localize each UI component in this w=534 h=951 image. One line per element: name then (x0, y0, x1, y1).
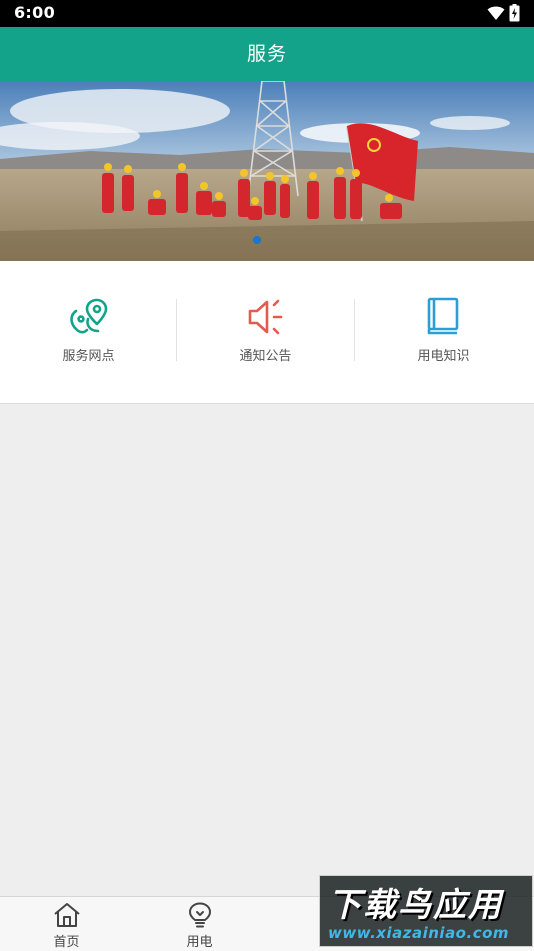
status-icons (487, 4, 520, 22)
battery-icon (509, 4, 520, 22)
nav-label: 首页 (53, 935, 80, 950)
quick-link-service-points[interactable]: 服务网点 (0, 261, 177, 403)
watermark-logo: 下载鸟应用 www.xiazainiao.com (319, 875, 533, 947)
watermark-url: www.xiazainiao.com (328, 924, 510, 942)
app-header: 服务 (0, 27, 534, 81)
home-icon (53, 903, 80, 927)
nav-electricity[interactable]: 用电 (133, 897, 266, 951)
quick-link-label: 通知公告 (239, 349, 292, 364)
lightbulb-icon (188, 902, 211, 928)
nav-home[interactable]: 首页 (0, 897, 133, 951)
location-pin-icon (70, 298, 108, 334)
wifi-icon (487, 6, 505, 20)
quick-link-label: 服务网点 (62, 349, 115, 364)
banner-image (0, 81, 534, 261)
status-bar: 6:00 (0, 0, 534, 27)
book-icon (427, 297, 459, 335)
quick-link-electricity-knowledge[interactable]: 用电知识 (355, 261, 532, 403)
quick-link-notices[interactable]: 通知公告 (177, 261, 354, 403)
speaker-icon (248, 299, 283, 335)
carousel-indicator-dot[interactable] (253, 236, 261, 244)
quick-link-label: 用电知识 (417, 349, 470, 364)
page-title: 服务 (246, 43, 287, 65)
banner-carousel[interactable] (0, 81, 534, 261)
watermark-title: 下载鸟应用 (328, 885, 503, 924)
status-time: 6:00 (14, 3, 55, 22)
nav-label: 用电 (186, 935, 213, 950)
quick-links-panel: 服务网点 通知公告 用电知识 (0, 261, 534, 404)
